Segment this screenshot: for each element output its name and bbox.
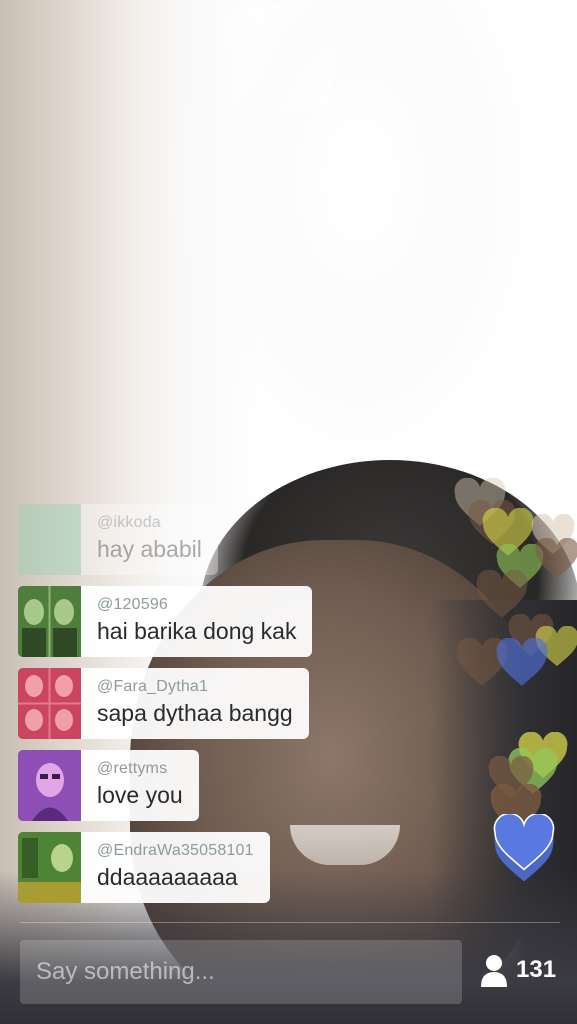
comment-item: @EndraWa35058101 ddaaaaaaaaa — [18, 832, 270, 903]
avatar[interactable] — [18, 504, 81, 575]
comment-item: @120596 hai barika dong kak — [18, 586, 313, 657]
comment-handle[interactable]: @EndraWa35058101 — [97, 841, 254, 861]
comment-message: love you — [97, 782, 183, 808]
comment-message: hay ababil — [97, 536, 202, 562]
heart-icon — [476, 570, 528, 618]
avatar[interactable] — [18, 832, 81, 903]
viewer-count: 131 — [516, 956, 557, 983]
avatar[interactable] — [18, 750, 81, 821]
heart-icon — [535, 538, 577, 579]
divider — [20, 922, 560, 923]
comment-bubble: @ikkoda hay ababil — [81, 504, 218, 575]
avatar[interactable] — [18, 586, 81, 657]
comment-message: ddaaaaaaaaa — [97, 864, 238, 890]
person-icon — [481, 955, 507, 987]
comment-handle[interactable]: @ikkoda — [97, 513, 202, 533]
comment-bubble: @Fara_Dytha1 sapa dythaa bangg — [81, 668, 309, 739]
comment-message: sapa dythaa bangg — [97, 700, 293, 726]
comment-input[interactable] — [20, 940, 462, 1004]
heart-icon — [496, 638, 548, 686]
broadcaster-badge — [226, 4, 333, 111]
hearts-stream — [440, 470, 577, 900]
comment-handle[interactable]: @Fara_Dytha1 — [97, 677, 293, 697]
comment-handle[interactable]: @rettyms — [97, 759, 183, 779]
comment-bubble: @EndraWa35058101 ddaaaaaaaaa — [81, 832, 270, 903]
close-button[interactable] — [512, 22, 556, 66]
comment-handle[interactable]: @120596 — [97, 595, 296, 615]
avatar[interactable] — [18, 668, 81, 739]
comment-item: @Fara_Dytha1 sapa dythaa bangg — [18, 668, 309, 739]
comment-item: @rettyms love you — [18, 750, 199, 821]
heart-icon — [493, 814, 555, 871]
comment-bubble: @rettyms love you — [81, 750, 199, 821]
viewer-counter[interactable]: 131 — [480, 950, 556, 990]
comment-bubble: @120596 hai barika dong kak — [81, 586, 313, 657]
comment-item: @ikkoda hay ababil — [18, 504, 218, 575]
close-icon — [514, 24, 554, 64]
comment-message: hai barika dong kak — [97, 618, 297, 644]
